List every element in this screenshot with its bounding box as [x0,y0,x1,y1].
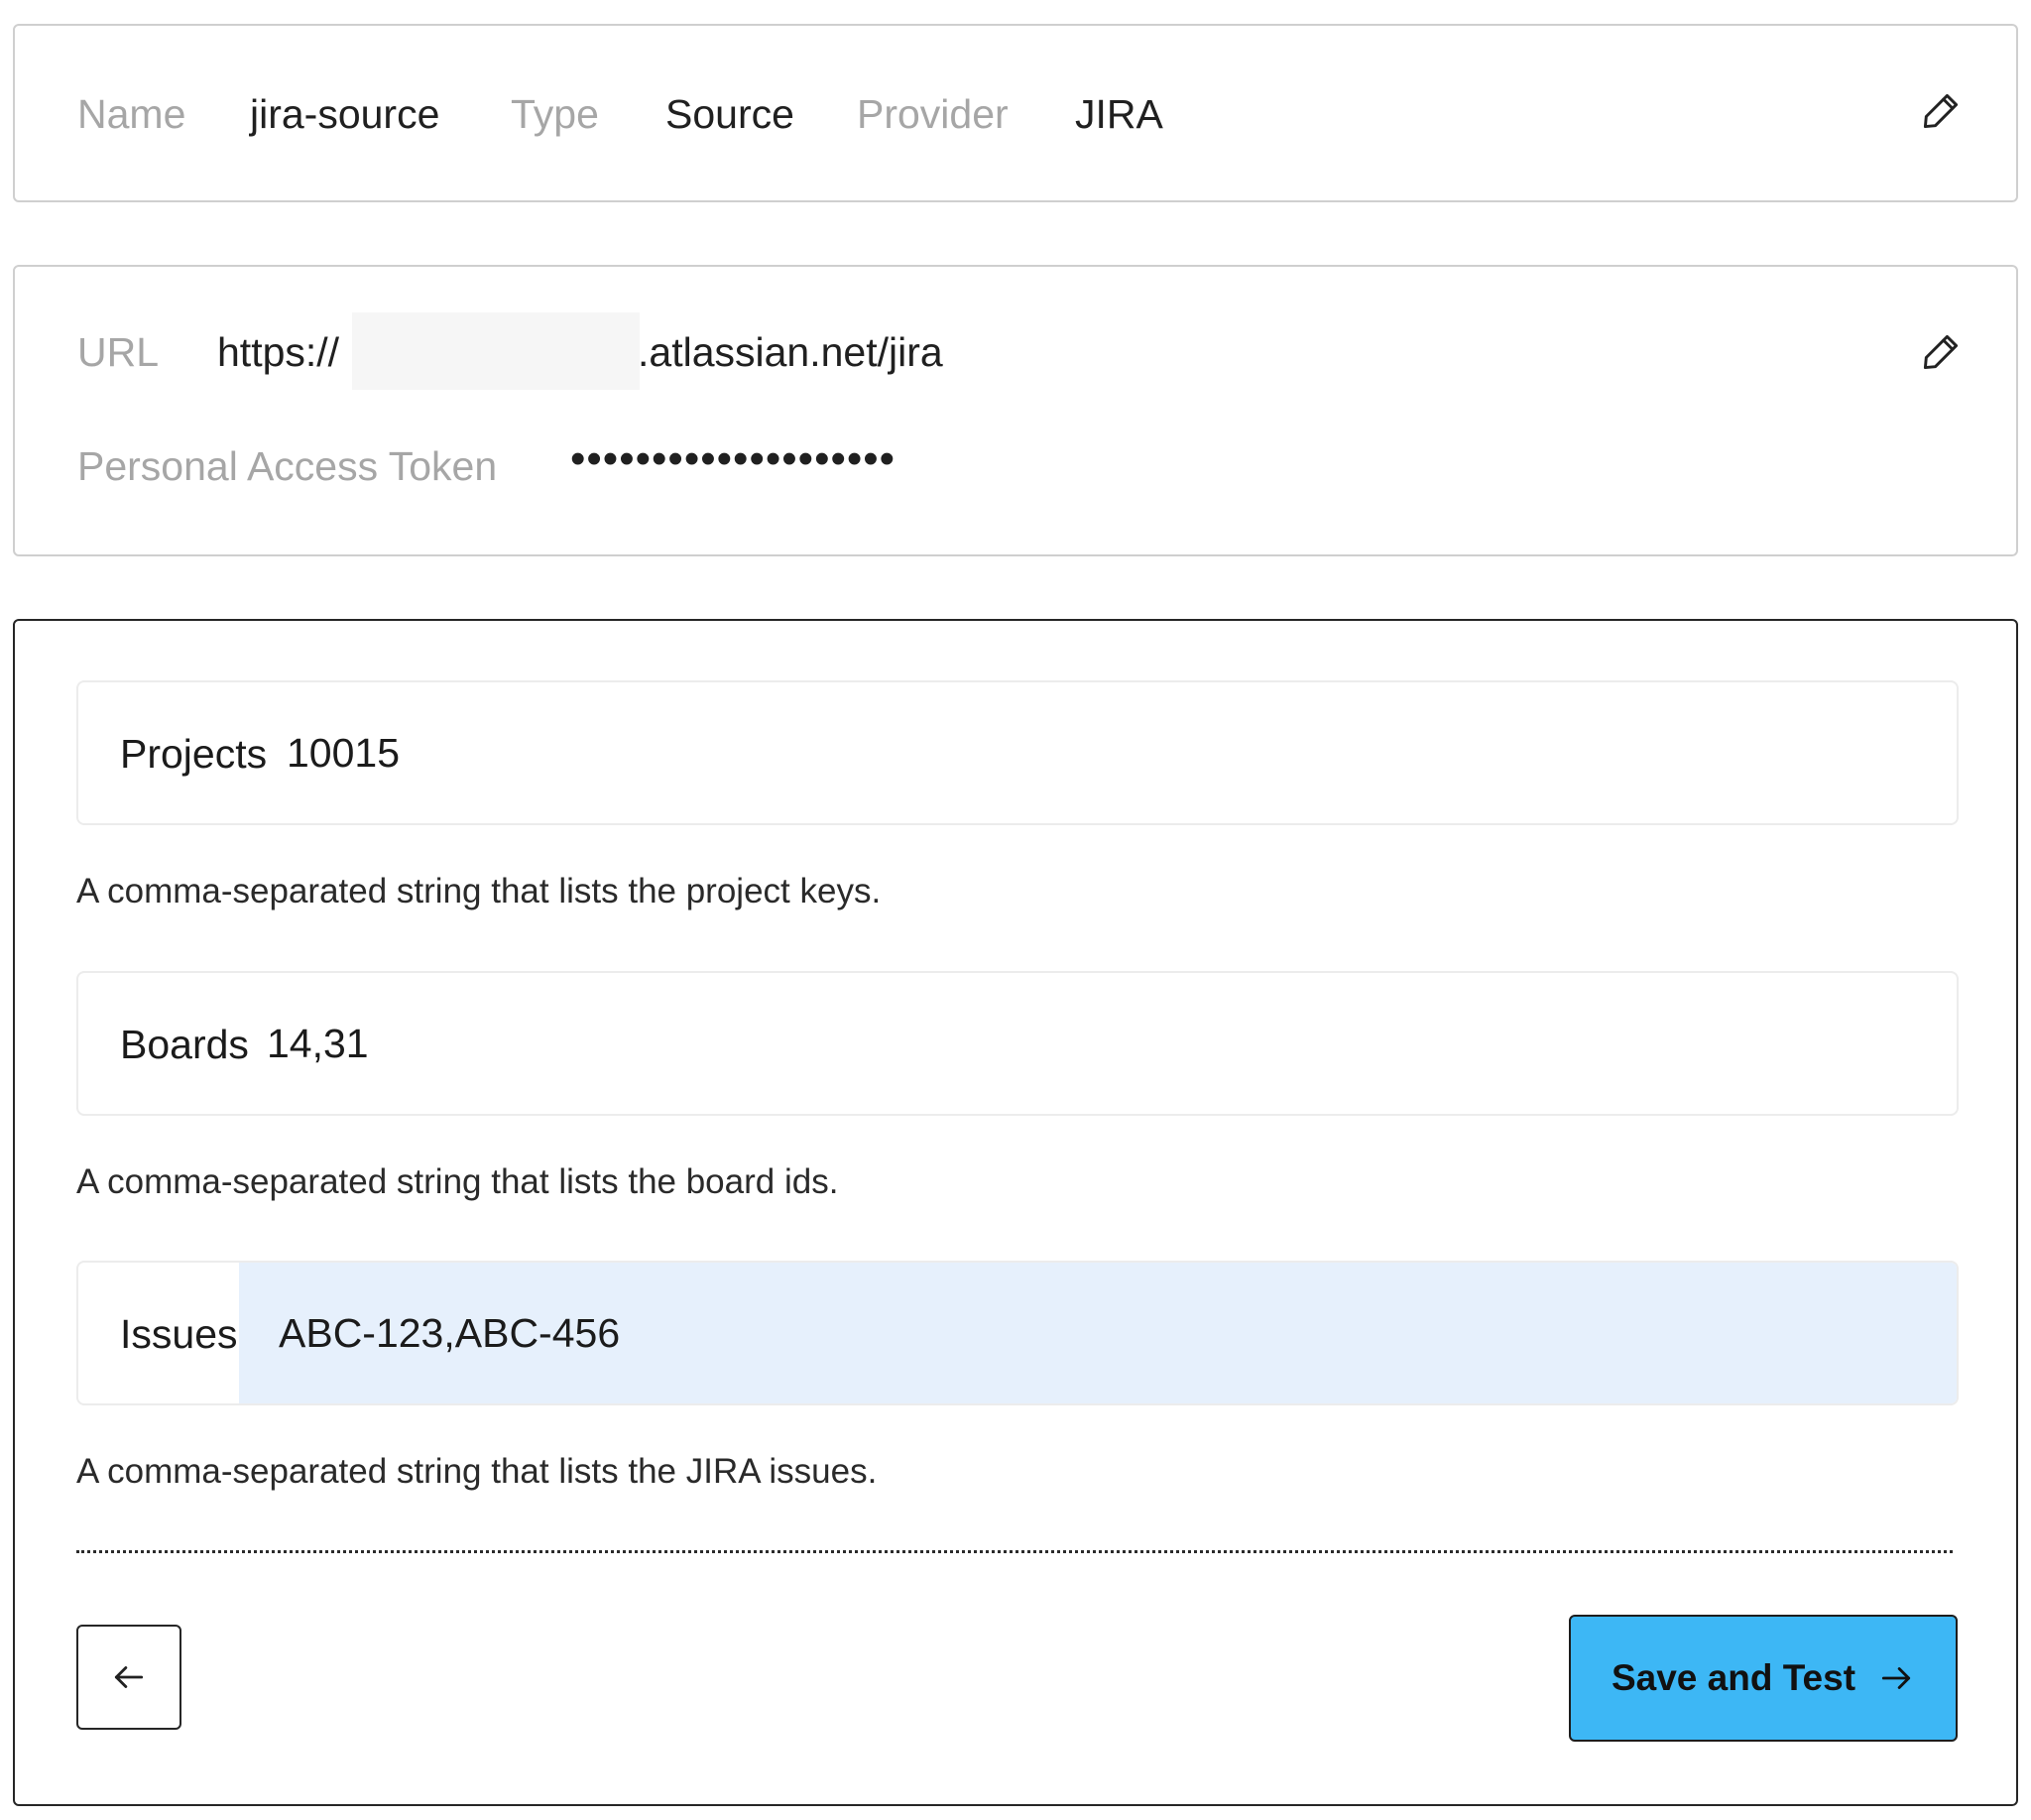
save-and-test-button[interactable]: Save and Test [1569,1615,1958,1742]
type-label: Type [511,91,599,137]
configuration-card: Projects A comma-separated string that l… [13,619,2018,1806]
name-label: Name [77,91,186,137]
provider-label: Provider [857,91,1009,137]
source-summary-card: Name jira-source Type Source Provider JI… [13,24,2018,202]
boards-field: Boards [76,971,1959,1116]
divider [76,1550,1953,1553]
issues-field: Issues [76,1261,1959,1405]
redacted-region [352,312,640,390]
projects-field: Projects [76,680,1959,825]
edit-summary-button[interactable] [1919,89,1963,133]
arrow-left-icon [114,1666,144,1688]
back-button[interactable] [76,1625,181,1730]
token-value: •••••••••••••••••••• [570,434,896,483]
boards-label: Boards [120,1022,249,1067]
projects-help: A comma-separated string that lists the … [76,872,882,910]
projects-input[interactable] [277,682,1957,823]
url-prefix: https:// [217,329,340,375]
pencil-icon [1923,334,1959,370]
boards-help: A comma-separated string that lists the … [76,1162,839,1201]
provider-value: JIRA [1075,91,1163,137]
projects-label: Projects [120,731,268,777]
arrow-right-icon [1881,1667,1911,1689]
boards-input[interactable] [257,973,1957,1114]
edit-credentials-button[interactable] [1919,330,1963,374]
url-suffix: .atlassian.net/jira [638,329,943,375]
save-and-test-label: Save and Test [1611,1657,1856,1698]
type-value: Source [665,91,794,137]
pencil-icon [1923,93,1959,129]
issues-input[interactable] [239,1263,1957,1403]
credentials-card: URL https:// .atlassian.net/jira Persona… [13,265,2018,556]
name-value: jira-source [250,91,440,137]
issues-help: A comma-separated string that lists the … [76,1452,878,1491]
issues-label: Issues [120,1311,238,1357]
url-label: URL [77,329,160,375]
token-label: Personal Access Token [77,443,498,489]
